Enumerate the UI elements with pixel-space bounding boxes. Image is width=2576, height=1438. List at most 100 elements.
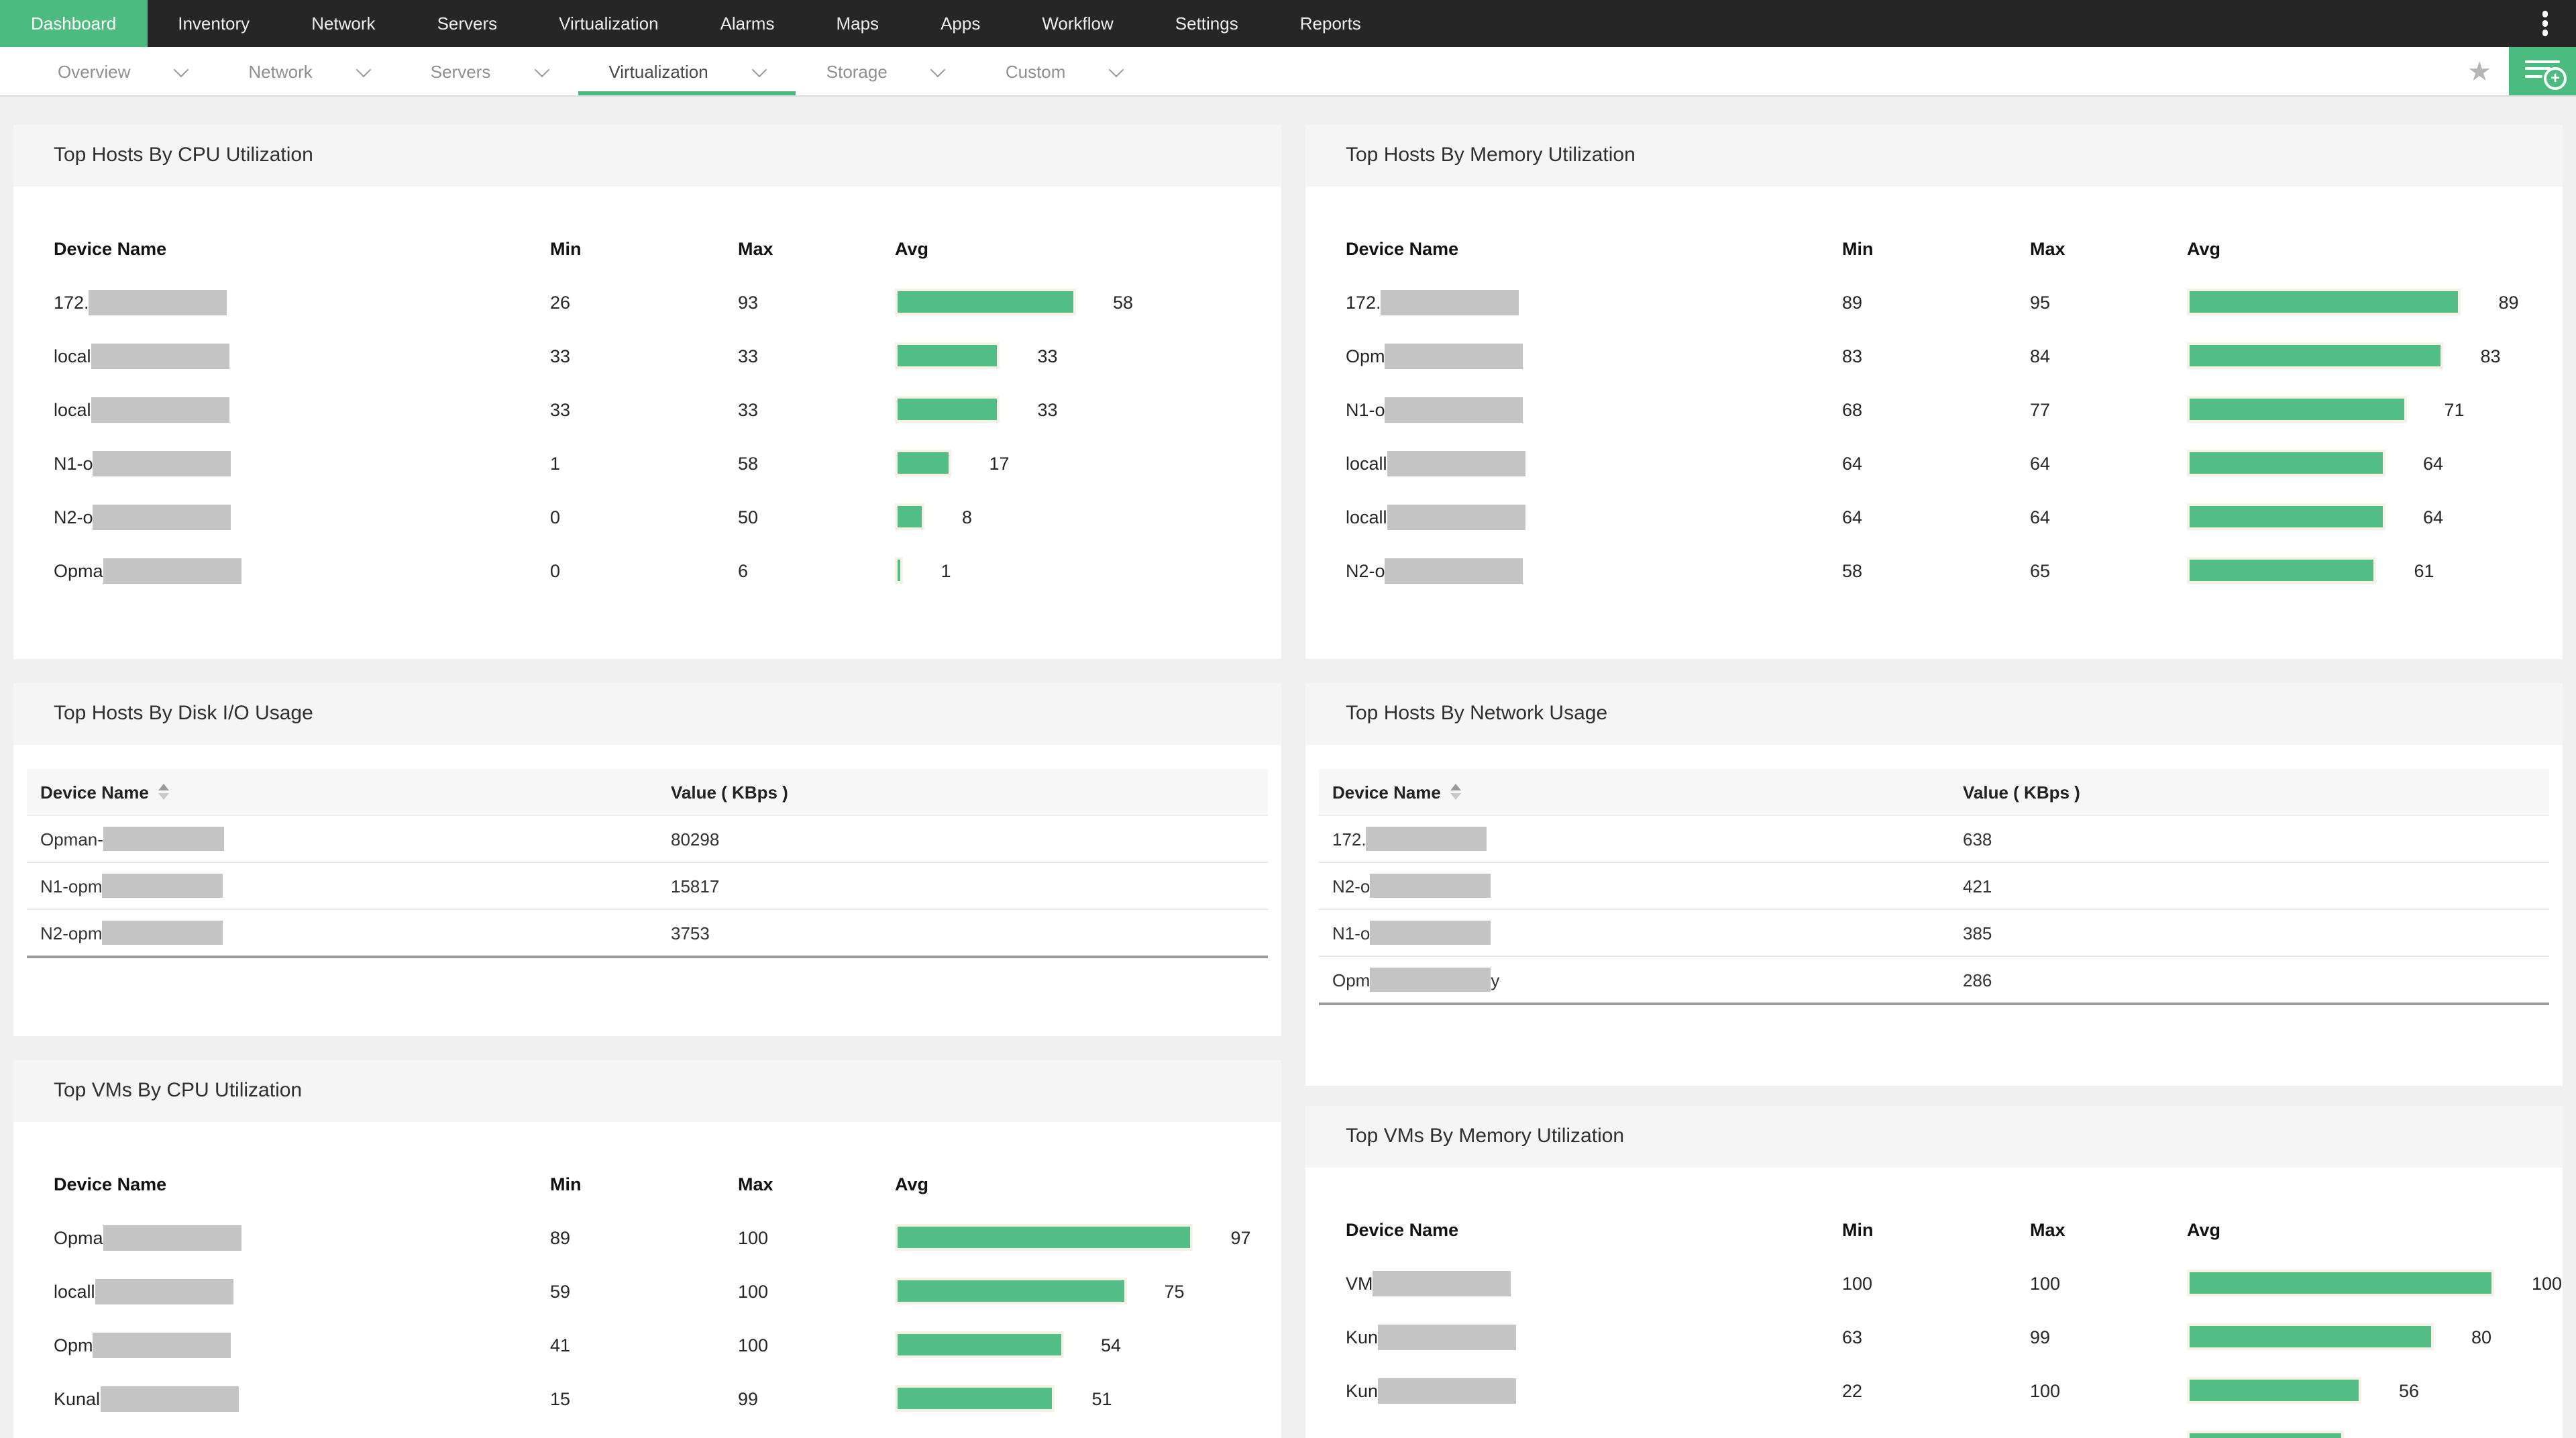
device-name-link[interactable]: locall — [54, 1278, 233, 1304]
avg-bar — [2187, 1323, 2434, 1350]
tab-storage[interactable]: Storage — [796, 47, 975, 95]
device-name-link[interactable]: Opm — [1346, 343, 1523, 368]
device-name-link[interactable]: Opm y — [1332, 968, 1963, 992]
chevron-down-icon[interactable] — [1109, 61, 1124, 77]
table-row: Opma 89 100 97 — [54, 1211, 1281, 1264]
panel-top-hosts-cpu: Top Hosts By CPU Utilization Device Name… — [13, 125, 1281, 659]
panel-title: Top Hosts By Network Usage — [1305, 683, 2563, 745]
avg-value: 71 — [2444, 399, 2465, 419]
avg-value: 54 — [1101, 1335, 1122, 1355]
chevron-down-icon[interactable] — [534, 61, 549, 77]
max-value: 100 — [738, 1227, 769, 1247]
device-name-link[interactable]: N2-o — [1332, 874, 1963, 898]
star-icon[interactable]: ★ — [2450, 54, 2509, 88]
redacted-text — [1385, 558, 1523, 583]
device-name-link[interactable]: 172. — [1332, 827, 1963, 851]
sort-icon[interactable] — [1450, 784, 1461, 800]
tab-custom[interactable]: Custom — [975, 47, 1153, 95]
kebab-menu-icon[interactable] — [2522, 0, 2568, 47]
sort-icon[interactable] — [158, 784, 169, 800]
nav-item-apps[interactable]: Apps — [910, 0, 1011, 47]
add-widget-button[interactable]: + — [2509, 47, 2576, 95]
avg-bar — [895, 342, 1000, 369]
panel-title: Top Hosts By CPU Utilization — [13, 125, 1281, 187]
nav-item-maps[interactable]: Maps — [805, 0, 910, 47]
nav-item-workflow[interactable]: Workflow — [1011, 0, 1144, 47]
redacted-text — [91, 343, 229, 368]
table-row: Kun 22 100 56 — [1346, 1364, 2563, 1417]
table-row: VM 100 100 100 — [1346, 1256, 2563, 1310]
nav-item-dashboard[interactable]: Dashboard — [0, 0, 148, 47]
col-header-min: Min — [550, 238, 582, 258]
table-row: Kun 63 99 80 — [1346, 1310, 2563, 1364]
max-value: 84 — [2030, 346, 2051, 366]
chevron-down-icon[interactable] — [174, 61, 189, 77]
redacted-text — [1370, 874, 1491, 898]
tab-servers[interactable]: Servers — [400, 47, 578, 95]
device-name-link[interactable]: N2-opm — [40, 921, 671, 945]
device-name-link[interactable]: Kun — [1346, 1324, 1517, 1349]
value-kbps: 385 — [1963, 923, 1992, 943]
nav-item-reports[interactable]: Reports — [1269, 0, 1392, 47]
nav-item-servers[interactable]: Servers — [407, 0, 529, 47]
device-name-link[interactable]: Opma — [54, 1225, 241, 1250]
redacted-text — [1378, 1324, 1517, 1349]
redacted-text — [103, 1225, 241, 1250]
min-value: 0 — [550, 507, 561, 527]
redacted-text — [1366, 827, 1487, 851]
max-value: 100 — [2030, 1380, 2061, 1400]
min-value: 59 — [550, 1281, 571, 1301]
table-row: Kunal 15 99 51 — [54, 1372, 1281, 1425]
device-name-link[interactable]: Kunal — [54, 1386, 239, 1411]
device-name-link[interactable]: Kun — [1346, 1378, 1517, 1403]
device-name-link[interactable]: Opman- — [40, 827, 671, 851]
device-name-link[interactable]: Opm — [54, 1332, 231, 1357]
value-kbps: 638 — [1963, 829, 1992, 849]
chevron-down-icon[interactable] — [751, 61, 767, 77]
device-name-link[interactable]: local — [54, 397, 229, 422]
nav-item-settings[interactable]: Settings — [1144, 0, 1269, 47]
chevron-down-icon[interactable] — [930, 61, 947, 77]
table-row: N2-opm 3753 — [27, 909, 1268, 958]
min-value: 22 — [1842, 1380, 1863, 1400]
device-name-link[interactable]: N1-o — [54, 450, 231, 476]
device-name-link[interactable]: VM — [1346, 1270, 1511, 1296]
nav-item-virtualization[interactable]: Virtualization — [528, 0, 689, 47]
device-name-link[interactable]: locall — [1346, 450, 1525, 476]
nav-item-inventory[interactable]: Inventory — [147, 0, 280, 47]
chevron-down-icon[interactable] — [356, 61, 372, 77]
redacted-text — [103, 827, 224, 851]
device-name-link[interactable]: local — [54, 343, 229, 368]
nav-item-network[interactable]: Network — [280, 0, 406, 47]
table-header-row: Device Name Min Max Avg — [1346, 221, 2563, 275]
device-name-link[interactable]: locall — [1346, 504, 1525, 529]
redacted-text — [93, 504, 231, 529]
table-row: Opma 0 6 1 — [54, 544, 1281, 597]
device-name-link[interactable]: N2-o — [1346, 558, 1523, 583]
max-value: 99 — [738, 1388, 759, 1408]
min-value: 63 — [1842, 1327, 1863, 1347]
nav-item-alarms[interactable]: Alarms — [690, 0, 806, 47]
device-name-link[interactable]: N2-o — [54, 504, 231, 529]
col-header-device-name[interactable]: Device Name — [40, 782, 671, 802]
table-row: Opm 41 100 54 — [54, 1318, 1281, 1372]
device-name-link[interactable]: N1-opm — [40, 874, 671, 898]
min-value: 41 — [550, 1335, 571, 1355]
avg-value: 64 — [2423, 453, 2444, 473]
dashboard-content: Top Hosts By CPU Utilization Device Name… — [0, 97, 2576, 1438]
min-value: 89 — [1842, 292, 1863, 312]
col-header-device-name[interactable]: Device Name — [1332, 782, 1963, 802]
tab-network[interactable]: Network — [217, 47, 399, 95]
tab-label: Virtualization — [608, 61, 708, 81]
tab-virtualization[interactable]: Virtualization — [578, 47, 795, 95]
avg-value: 8 — [962, 507, 973, 527]
device-name-link[interactable]: N1-o — [1332, 921, 1963, 945]
tab-overview[interactable]: Overview — [27, 47, 217, 95]
avg-bar — [2187, 450, 2385, 476]
device-name-link[interactable]: N1-o — [1346, 397, 1523, 422]
tab-label: Overview — [58, 61, 131, 81]
device-name-link[interactable]: Opma — [54, 558, 241, 583]
tab-label: Servers — [430, 61, 491, 81]
device-name-link[interactable]: 172. — [1346, 289, 1519, 315]
device-name-link[interactable]: 172. — [54, 289, 227, 315]
